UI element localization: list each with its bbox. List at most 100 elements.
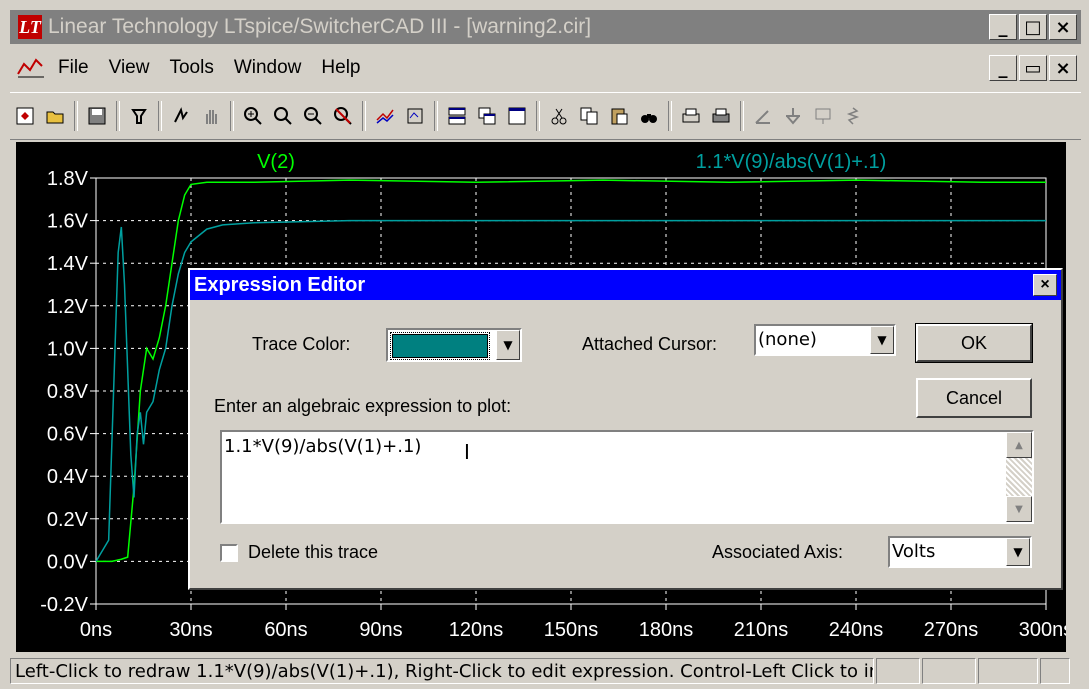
save-icon[interactable] [85,104,109,128]
pan-icon[interactable] [199,104,223,128]
new-schematic-icon[interactable] [13,104,37,128]
y-tick-label: -0.2V [40,594,88,616]
ground-icon[interactable] [781,104,805,128]
expression-editor-dialog: Expression Editor × Trace Color: ▼ Attac… [188,268,1063,590]
mdi-minimize-button[interactable]: _ [989,55,1017,81]
scroll-up-icon[interactable]: ▲ [1006,432,1032,458]
toolbar-separator [74,101,78,131]
toolbar-separator [158,101,162,131]
autorange-icon[interactable] [373,104,397,128]
maximize-button[interactable]: □ [1019,14,1047,40]
expression-scrollbar[interactable]: ▲ ▼ [1006,432,1032,522]
dialog-title: Expression Editor [194,274,366,296]
cascade-icon[interactable] [475,104,499,128]
attached-cursor-value: (none) [758,329,817,350]
trace-label: V(2) [257,151,295,173]
scroll-down-icon[interactable]: ▼ [1006,496,1032,522]
menu-window[interactable]: Window [234,57,302,79]
menu-view[interactable]: View [109,57,150,79]
x-tick-label: 180ns [639,619,694,641]
x-tick-label: 120ns [449,619,504,641]
x-tick-label: 60ns [264,619,307,641]
toolbar-separator [116,101,120,131]
zoom-out-icon[interactable] [301,104,325,128]
expression-text: 1.1*V(9)/abs(V(1)+.1) [224,436,422,457]
scroll-track[interactable] [1006,458,1032,496]
trace-color-label: Trace Color: [252,334,351,354]
toolbar-separator [536,101,540,131]
status-bar: Left-Click to redraw 1.1*V(9)/abs(V(1)+.… [10,656,1081,686]
trace-color-select[interactable]: ▼ [386,328,522,362]
title-bar[interactable]: LT Linear Technology LTspice/SwitcherCAD… [10,10,1081,44]
expression-prompt: Enter an algebraic expression to plot: [214,396,512,416]
menu-file[interactable]: File [58,57,89,79]
find-icon[interactable] [637,104,661,128]
associated-axis-select[interactable]: Volts ▼ [888,536,1032,568]
text-cursor-icon: I [464,440,470,464]
arrange-icons-icon[interactable] [505,104,529,128]
copy-icon[interactable] [577,104,601,128]
label-icon[interactable] [811,104,835,128]
attached-cursor-select[interactable]: (none) ▼ [754,324,896,356]
expression-input[interactable]: 1.1*V(9)/abs(V(1)+.1) I ▲ ▼ [220,430,1034,524]
trace-label: 1.1*V(9)/abs(V(1)+.1) [696,151,887,173]
cut-icon[interactable] [547,104,571,128]
status-pane [978,658,1038,684]
toolbar-separator [434,101,438,131]
close-button[interactable]: × [1049,14,1077,40]
delete-trace-label: Delete this trace [248,542,379,562]
run-icon[interactable] [169,104,193,128]
x-tick-label: 300ns [1019,619,1066,641]
mdi-restore-button[interactable]: ▭ [1019,55,1047,81]
menu-help[interactable]: Help [321,57,360,79]
x-tick-label: 90ns [359,619,402,641]
window-title: Linear Technology LTspice/SwitcherCAD II… [48,15,592,38]
associated-axis-value: Volts [892,541,936,562]
x-tick-label: 270ns [924,619,979,641]
toolbar-separator [362,101,366,131]
x-tick-label: 150ns [544,619,599,641]
mdi-close-button[interactable]: × [1049,55,1077,81]
y-tick-label: 0.4V [47,466,89,488]
associated-axis-label: Associated Axis: [712,542,844,562]
ltspice-logo-icon: LT [18,15,42,39]
print-preview-icon[interactable] [679,104,703,128]
status-text: Left-Click to redraw 1.1*V(9)/abs(V(1)+.… [10,658,874,684]
x-tick-label: 210ns [734,619,789,641]
tile-horizontal-icon[interactable] [445,104,469,128]
y-tick-label: 1.2V [47,296,89,318]
y-tick-label: 1.8V [47,168,89,190]
dialog-title-bar[interactable]: Expression Editor × [190,270,1061,300]
zoom-cancel-icon[interactable] [331,104,355,128]
dialog-close-button[interactable]: × [1033,274,1057,296]
ok-button[interactable]: OK [915,323,1033,363]
mark-unused-icon[interactable] [403,104,427,128]
x-tick-label: 240ns [829,619,884,641]
delete-trace-checkbox[interactable] [220,544,238,562]
toolbar-separator [740,101,744,131]
toolbar-separator [230,101,234,131]
y-tick-label: 1.6V [47,211,89,233]
chevron-down-icon[interactable]: ▼ [496,330,520,360]
toolbar-separator [668,101,672,131]
menu-bar: File View Tools Window Help _ ▭ × [10,48,1081,88]
zoom-in-icon[interactable] [241,104,265,128]
ltspice-window: LT Linear Technology LTspice/SwitcherCAD… [0,0,1089,689]
y-tick-label: 1.0V [47,338,89,360]
print-icon[interactable] [709,104,733,128]
minimize-button[interactable]: _ [989,14,1017,40]
wire-icon[interactable] [751,104,775,128]
menu-tools[interactable]: Tools [169,57,213,79]
status-pane [1040,658,1070,684]
zoom-fit-icon[interactable] [271,104,295,128]
chevron-down-icon[interactable]: ▼ [1006,538,1030,566]
trace-color-swatch [390,332,490,360]
control-panel-icon[interactable] [127,104,151,128]
cancel-button[interactable]: Cancel [916,378,1032,418]
paste-icon[interactable] [607,104,631,128]
resistor-icon[interactable] [841,104,865,128]
status-pane [922,658,976,684]
open-icon[interactable] [43,104,67,128]
chevron-down-icon[interactable]: ▼ [870,326,894,354]
y-tick-label: 1.4V [47,253,89,275]
